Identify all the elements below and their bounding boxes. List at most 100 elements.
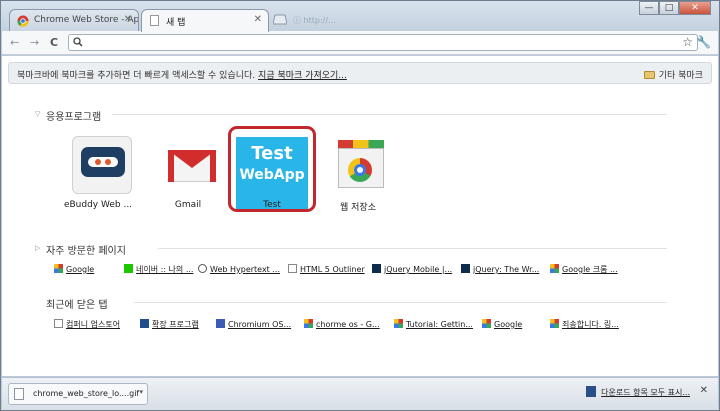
- link-label: Google: [66, 265, 95, 274]
- tab-chrome-web-store[interactable]: Chrome Web Store - Ap ✕: [9, 9, 139, 32]
- google-icon: [550, 319, 559, 328]
- app-ebuddy[interactable]: eBuddy Web ...: [54, 134, 142, 212]
- most-visited-item[interactable]: Web Hypertext ...: [198, 264, 280, 274]
- section-divider: [158, 248, 667, 249]
- tab-strip: Chrome Web Store - Ap ✕ 새 탭 ✕ ⓘ http://.…: [1, 1, 719, 32]
- app-gmail[interactable]: Gmail: [144, 134, 232, 212]
- google-icon: [550, 264, 559, 273]
- toolbar: ← → C ☆ 🔧: [2, 31, 718, 55]
- recently-closed-title: 최근에 닫은 탭: [46, 300, 108, 311]
- link-label: Chromium OS...: [228, 320, 292, 329]
- link-label: chorme os - G...: [316, 320, 380, 329]
- app-label: eBuddy Web ...: [63, 200, 133, 210]
- tab-close-icon[interactable]: ✕: [254, 14, 262, 25]
- jquery-icon: [461, 264, 470, 273]
- jquery-icon: [372, 264, 381, 273]
- link-label: Web Hypertext ...: [210, 265, 280, 274]
- recently-closed-item[interactable]: Tutorial: Gettin...: [394, 319, 473, 329]
- other-bookmarks-label: 기타 북마크: [658, 71, 703, 81]
- test-tile-line1: Test: [251, 143, 293, 164]
- google-icon: [394, 319, 403, 328]
- gmail-icon: [162, 136, 222, 194]
- wrench-menu-button[interactable]: 🔧: [696, 35, 711, 49]
- browser-window: Chrome Web Store - Ap ✕ 새 탭 ✕ ⓘ http://.…: [0, 0, 720, 411]
- bookmark-bar: 북마크바에 북마크를 추가하면 더 빠르게 액세스할 수 있습니다. 지금 북마…: [8, 62, 712, 84]
- puzzle-icon: [140, 319, 149, 328]
- google-icon: [304, 319, 313, 328]
- bookmark-bar-message: 북마크바에 북마크를 추가하면 더 빠르게 액세스할 수 있습니다. 지금 북마…: [17, 68, 347, 81]
- link-label: 컴퍼니 업스토어: [66, 320, 121, 329]
- maximize-button[interactable]: □: [659, 1, 679, 15]
- recently-closed-item[interactable]: 확장 프로그램: [140, 319, 199, 330]
- search-icon: [73, 37, 83, 47]
- download-item[interactable]: chrome_web_store_lo....gif ▾: [8, 383, 148, 405]
- page-icon: [54, 319, 63, 328]
- chrome-icon: [17, 15, 29, 27]
- recently-closed-item[interactable]: chorme os - G...: [304, 319, 380, 329]
- link-label: Google 크롬 ...: [562, 265, 618, 274]
- back-button[interactable]: ←: [10, 36, 19, 49]
- download-file-name: chrome_web_store_lo....gif: [33, 389, 140, 398]
- new-tab-page: 북마크바에 북마크를 추가하면 더 빠르게 액세스할 수 있습니다. 지금 북마…: [2, 56, 718, 376]
- section-divider: [112, 114, 667, 115]
- forward-button[interactable]: →: [30, 36, 39, 49]
- download-icon: [586, 386, 596, 397]
- tab-new-tab[interactable]: 새 탭 ✕: [141, 9, 269, 32]
- recently-closed-item[interactable]: 죄송합니다. 링...: [550, 319, 619, 330]
- chromium-icon: [216, 319, 225, 328]
- section-divider: [134, 302, 667, 303]
- ghost-tab-text: ⓘ http://...: [293, 16, 336, 25]
- folder-icon: [643, 71, 655, 79]
- download-shelf: chrome_web_store_lo....gif ▾ 다운로드 항목 모두 …: [2, 377, 718, 410]
- test-webapp-icon: Test WebApp: [236, 137, 308, 209]
- tab-close-icon[interactable]: ✕: [124, 14, 132, 25]
- test-tile-line2: WebApp: [239, 167, 305, 183]
- import-bookmarks-link[interactable]: 지금 북마크 가져오기...: [258, 71, 347, 81]
- show-all-downloads-link[interactable]: 다운로드 항목 모두 표시...: [601, 387, 690, 398]
- app-test[interactable]: Test WebApp Test: [228, 126, 316, 212]
- naver-icon: [124, 264, 133, 273]
- address-input[interactable]: [87, 36, 667, 49]
- close-shelf-icon[interactable]: ✕: [700, 385, 708, 396]
- most-visited-item[interactable]: Google 크롬 ...: [550, 264, 618, 275]
- app-web-store[interactable]: 웹 저장소: [314, 134, 402, 213]
- bookmark-message-text: 북마크바에 북마크를 추가하면 더 빠르게 액세스할 수 있습니다.: [17, 71, 256, 81]
- expand-triangle-icon[interactable]: ▷: [35, 244, 40, 252]
- tab-title: 새 탭: [166, 18, 186, 28]
- close-window-button[interactable]: ✕: [679, 1, 711, 15]
- app-label: Gmail: [174, 200, 202, 210]
- most-visited-title: 자주 방문한 페이지: [46, 246, 126, 257]
- recently-closed-header: 최근에 닫은 탭: [46, 296, 108, 311]
- link-label: jQuery: The Wr...: [473, 265, 540, 274]
- apps-section-header[interactable]: ▽ 응용프로그램: [35, 108, 102, 123]
- omnibox[interactable]: ☆: [68, 34, 698, 51]
- most-visited-item[interactable]: jQuery Mobile |...: [372, 264, 452, 274]
- most-visited-item[interactable]: jQuery: The Wr...: [461, 264, 539, 274]
- link-label: 네이버 :: 나의 ...: [136, 265, 194, 274]
- most-visited-item[interactable]: 네이버 :: 나의 ...: [124, 264, 193, 275]
- link-label: HTML 5 Outliner: [300, 265, 365, 274]
- most-visited-header[interactable]: ▷ 자주 방문한 페이지: [35, 242, 126, 257]
- google-icon: [482, 319, 491, 328]
- link-label: 죄송합니다. 링...: [562, 320, 619, 329]
- recently-closed-item[interactable]: 컴퍼니 업스토어: [54, 319, 120, 330]
- bookmark-star-icon[interactable]: ☆: [682, 35, 693, 49]
- apps-section-title: 응용프로그램: [46, 112, 102, 123]
- new-tab-icon[interactable]: [273, 14, 287, 25]
- page-icon: [288, 264, 297, 273]
- recently-closed-item[interactable]: Google: [482, 319, 522, 329]
- whatwg-icon: [198, 264, 207, 273]
- collapse-triangle-icon[interactable]: ▽: [35, 110, 40, 118]
- reload-button[interactable]: C: [50, 36, 58, 49]
- google-icon: [54, 264, 63, 273]
- window-controls: — □ ✕: [639, 1, 711, 15]
- link-label: Google: [494, 320, 523, 329]
- other-bookmarks-button[interactable]: 기타 북마크: [643, 68, 703, 81]
- recently-closed-item[interactable]: Chromium OS...: [216, 319, 291, 329]
- most-visited-item[interactable]: HTML 5 Outliner: [288, 264, 365, 274]
- download-menu-arrow-icon[interactable]: ▾: [139, 388, 143, 396]
- app-label: 웹 저장소: [340, 203, 376, 213]
- most-visited-item[interactable]: Google: [54, 264, 94, 274]
- link-label: jQuery Mobile |...: [384, 265, 453, 274]
- minimize-button[interactable]: —: [639, 1, 659, 15]
